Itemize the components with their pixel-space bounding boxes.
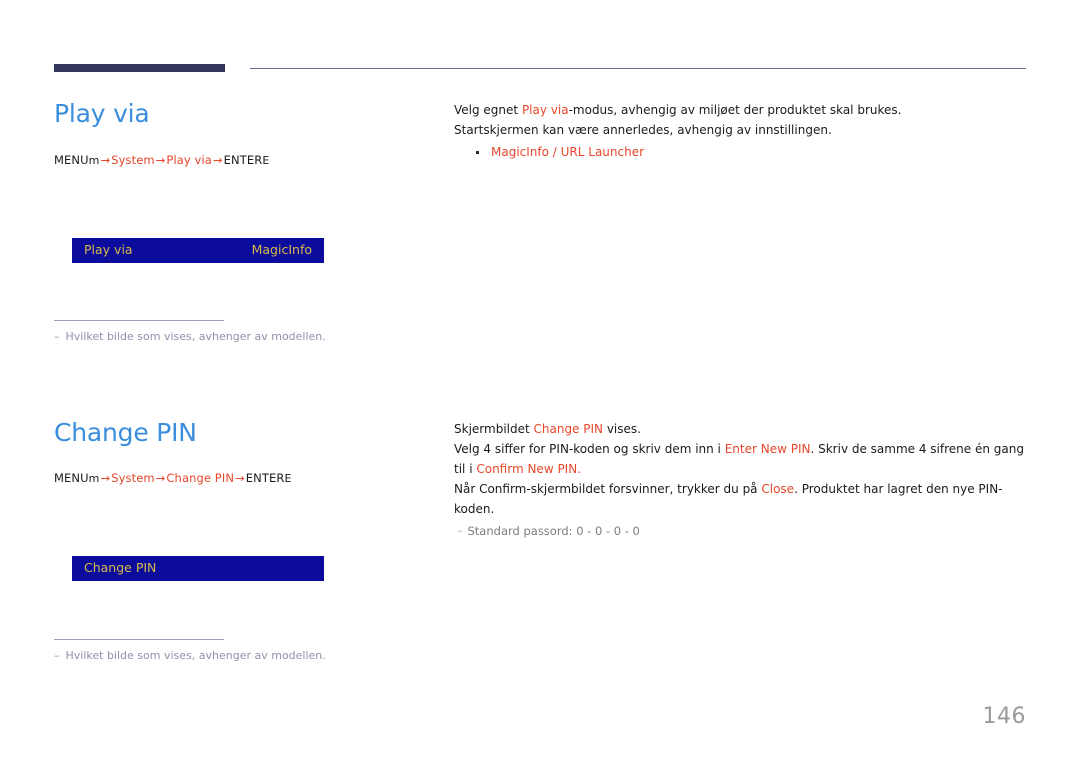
breadcrumb: MENUm→System→Play via→ENTERE	[54, 153, 434, 167]
breadcrumb-item-system[interactable]: System	[111, 153, 154, 167]
bullet-icon	[476, 151, 479, 154]
subnote: – Standard passord: 0 - 0 - 0 - 0	[454, 522, 1026, 540]
paragraph: Velg egnet Play via-modus, avhengig av m…	[454, 100, 1026, 120]
paragraph: Startskjermen kan være annerledes, avhen…	[454, 120, 1026, 140]
breadcrumb-prefix: MENU	[54, 153, 89, 167]
text-run-accent: Enter New PIN	[724, 442, 811, 456]
breadcrumb-item-play-via[interactable]: Play via	[166, 153, 212, 167]
footnote-dash-icon: –	[54, 649, 60, 662]
osd-label: Play via	[84, 242, 133, 258]
section-play-via-body: Velg egnet Play via-modus, avhengig av m…	[454, 100, 1026, 162]
text-run-accent: Change PIN	[533, 422, 604, 436]
breadcrumb-play-via: MENUm→System→Play via→ENTERE	[54, 153, 434, 167]
breadcrumb-item-system[interactable]: System	[111, 471, 154, 485]
arrow-right-icon: →	[155, 471, 166, 485]
footnote-play-via: – Hvilket bilde som vises, avhenger av m…	[54, 320, 384, 344]
paragraph: Skjermbildet Change PIN vises.	[454, 419, 1026, 439]
section-change-pin-left: Change PIN	[54, 420, 434, 445]
arrow-right-icon: →	[100, 471, 111, 485]
paragraph: Når Confirm-skjermbildet forsvinner, try…	[454, 479, 1026, 519]
menu-key-icon: m	[88, 472, 100, 485]
text-run: vises.	[603, 422, 641, 436]
text-run: Startskjermen kan være annerledes, avhen…	[454, 123, 832, 137]
header-rule-thick	[54, 64, 225, 72]
footnote-divider	[54, 639, 224, 640]
text-run: -modus, avhengig av miljøet der produkte…	[568, 103, 902, 117]
section-change-pin-body: Skjermbildet Change PIN vises. Velg 4 si…	[454, 419, 1026, 540]
list-item: MagicInfo / URL Launcher	[454, 142, 1026, 162]
text-run: Skjermbildet	[454, 422, 534, 436]
enter-key-icon: E	[262, 154, 270, 167]
osd-value: MagicInfo	[251, 242, 312, 258]
text-run-accent: Confirm New PIN	[476, 462, 578, 476]
footnote-change-pin: – Hvilket bilde som vises, avhenger av m…	[54, 639, 384, 663]
text-run-accent: Close	[761, 482, 795, 496]
document-page: Play via MENUm→System→Play via→ENTERE Pl…	[0, 0, 1080, 763]
arrow-right-icon: →	[100, 153, 111, 167]
arrow-right-icon: →	[235, 471, 245, 485]
enter-key-icon: E	[284, 472, 292, 485]
osd-label: Change PIN	[84, 560, 157, 576]
breadcrumb-suffix: ENTER	[223, 153, 263, 167]
breadcrumb: MENUm→System→Change PIN→ENTERE	[54, 471, 434, 485]
section-play-via-left: Play via	[54, 101, 434, 126]
footnote-text: Hvilket bilde som vises, avhenger av mod…	[65, 330, 326, 343]
osd-menu-play-via[interactable]: Play via MagicInfo	[72, 238, 324, 263]
page-title-change-pin: Change PIN	[54, 418, 197, 447]
text-run: Når Confirm-skjermbildet forsvinner, try…	[454, 482, 762, 496]
osd-menu-change-pin[interactable]: Change PIN	[72, 556, 324, 581]
paragraph: Velg 4 siffer for PIN-koden og skriv dem…	[454, 439, 1026, 479]
arrow-right-icon: →	[155, 153, 166, 167]
menu-key-icon: m	[88, 154, 100, 167]
arrow-right-icon: →	[212, 153, 223, 167]
text-run-accent: .	[577, 462, 582, 476]
subnote-dash-icon: –	[457, 524, 463, 537]
subnote-text: Standard passord: 0 - 0 - 0 - 0	[467, 524, 640, 538]
list-item-label: MagicInfo / URL Launcher	[491, 145, 645, 159]
header-rule-thin	[250, 68, 1026, 69]
text-run: Velg egnet	[454, 103, 522, 117]
footnote-dash-icon: –	[54, 330, 60, 343]
breadcrumb-item-change-pin[interactable]: Change PIN	[166, 471, 234, 485]
text-run: Velg 4 siffer for PIN-koden og skriv dem…	[454, 442, 725, 456]
footnote-text: Hvilket bilde som vises, avhenger av mod…	[65, 649, 326, 662]
footnote-divider	[54, 320, 224, 321]
header-rule	[54, 64, 1026, 73]
breadcrumb-prefix: MENU	[54, 471, 89, 485]
breadcrumb-change-pin: MENUm→System→Change PIN→ENTERE	[54, 471, 434, 485]
page-number: 146	[982, 704, 1026, 729]
breadcrumb-suffix: ENTER	[245, 471, 285, 485]
page-title-play-via: Play via	[54, 99, 150, 128]
text-run-accent: Play via	[521, 103, 569, 117]
